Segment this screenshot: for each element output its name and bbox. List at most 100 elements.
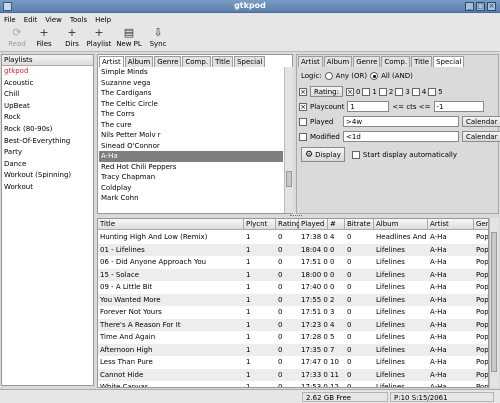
menu-tools[interactable]: Tools [70,16,87,24]
table-row[interactable]: 01 - Lifelines1018:04 0900LifelinesA-HaP… [98,243,488,256]
logic-all-radio[interactable] [370,72,379,80]
table-row[interactable]: Less Than Pure1017:47 09100LifelinesA-Ha… [98,356,488,369]
rating-5-checkbox[interactable] [428,87,437,96]
artist-item[interactable]: Sinead O'Connor [99,141,283,152]
played-calendar-button[interactable]: Calendar [462,116,500,127]
special-tab-genre[interactable]: Genre [353,56,381,67]
artist-tab-special[interactable]: Special [234,56,266,67]
table-row[interactable]: There's A Reason For It 1 0 17:23 094 0 Lifel… [98,318,488,331]
artist-item[interactable]: The Cardigans [99,88,283,99]
special-tab-title[interactable]: Title [411,56,433,67]
toolbar-read-button[interactable]: ⟳ Read [4,27,30,49]
playlist-item[interactable]: gtkpod [2,66,93,78]
played-field[interactable]: >4w [343,116,459,127]
rating-2-checkbox[interactable] [378,87,387,96]
toolbar-new-pl-button[interactable]: ▤ New PL [116,27,142,49]
table-row[interactable]: Time And Again 1 0 17:28 095 0 Lifelines A-Ha P… [98,331,488,344]
rating-enable-checkbox[interactable]: × [299,87,307,96]
toolbar-dirs-button[interactable]: + Dirs [59,27,85,49]
modified-calendar-button[interactable]: Calendar [462,131,500,142]
rating-3-checkbox[interactable] [395,87,404,96]
table-row[interactable]: White Canvas 1 0 17:53 0912 0 Lifelines A-Ha Po… [98,381,488,387]
display-button[interactable]: ⚙ Display [301,147,345,162]
playlist-item[interactable]: Rock [2,112,93,124]
rating-0-checkbox[interactable]: × [345,87,354,96]
played-enable-checkbox[interactable] [299,117,307,126]
column-header-plycnt[interactable]: Plycnt [244,219,276,230]
auto-display-label[interactable]: Start display automatically [363,151,457,159]
column-header-bitrate[interactable]: Bitrate [345,219,374,230]
auto-display-checkbox[interactable] [351,150,360,159]
logic-all-label[interactable]: All (AND) [381,72,413,80]
playcount-to-field[interactable]: -1 [433,101,484,112]
track-scrollbar[interactable] [489,218,499,388]
column-header-[interactable]: # [328,219,345,230]
menu-file[interactable]: File [4,16,16,24]
minimize-icon[interactable]: _ [465,2,474,11]
maximize-icon[interactable]: □ [476,2,485,11]
artist-item[interactable]: A-Ha [99,151,283,162]
table-row[interactable]: You Wanted More 1 0 17:55 092 0 Lifelines A-Ha… [98,293,488,306]
artist-item[interactable]: Mark Cohn [99,193,283,204]
artist-tab-genre[interactable]: Genre [154,56,182,67]
track-scroll-thumb[interactable] [491,232,497,372]
artist-item[interactable]: The Corrs [99,109,283,120]
artist-item[interactable]: Coldplay [99,183,283,194]
artist-item[interactable]: The Celtic Circle [99,99,283,110]
column-header-played[interactable]: Played [299,219,328,230]
playlist-item[interactable]: Best-Of-Everything [2,136,93,148]
playlist-item[interactable]: Dance [2,159,93,171]
playlist-header[interactable]: Playlists [2,55,93,66]
special-tab-comp[interactable]: Comp. [381,56,411,67]
artist-scrollbar[interactable] [284,67,293,213]
artist-tab-title[interactable]: Title [212,56,234,67]
artist-item[interactable]: Suzanne vega [99,78,283,89]
rating-1-checkbox[interactable] [362,87,371,96]
special-tab-artist[interactable]: Artist [298,56,323,67]
close-icon[interactable]: × [487,2,496,11]
table-row[interactable]: 09 - A Little Bit1017:40 0900LifelinesA-… [98,281,488,294]
splitter-grip[interactable] [290,215,302,217]
toolbar-files-button[interactable]: + Files [31,27,57,49]
special-tab-special[interactable]: Special [433,56,465,67]
column-header-rating[interactable]: Rating [276,219,301,230]
playcount-enable-checkbox[interactable]: × [299,102,307,111]
logic-any-radio[interactable] [324,72,333,80]
table-row[interactable]: 06 - Did Anyone Approach You1017:51 0900… [98,256,488,269]
menu-help[interactable]: Help [95,16,111,24]
table-row[interactable]: 15 - Solace1018:00 0900LifelinesA-HaPop [98,268,488,281]
special-tab-album[interactable]: Album [323,56,353,67]
rating-4-checkbox[interactable] [411,87,420,96]
playlist-item[interactable]: Workout (Spinning) [2,170,93,182]
artist-tab-artist[interactable]: Artist [99,56,124,67]
artist-tab-comp[interactable]: Comp. [182,56,212,67]
playlist-item[interactable]: Acoustic [2,78,93,90]
playlist-item[interactable]: Party [2,147,93,159]
artist-item[interactable]: Simple Minds [99,67,283,78]
column-header-album[interactable]: Album [374,219,428,230]
column-header-artist[interactable]: Artist [428,219,474,230]
toolbar-sync-button[interactable]: ⇩ Sync [145,27,171,49]
modified-field[interactable]: <1d [343,131,459,142]
column-header-genre[interactable]: Genre [474,219,488,230]
table-row[interactable]: Hunting High And Low (Remix) 1 0 17:38 064 0… [98,231,488,244]
modified-enable-checkbox[interactable] [299,132,307,141]
playlist-item[interactable]: UpBeat [2,101,93,113]
playlist-item[interactable]: Rock (80-90s) [2,124,93,136]
artist-tab-album[interactable]: Album [124,56,154,67]
rating-button[interactable]: Rating: [310,86,343,97]
artist-item[interactable]: Red Hot Chili Peppers [99,162,283,173]
menu-edit[interactable]: Edit [24,16,38,24]
artist-item[interactable]: Tracy Chapman [99,172,283,183]
menu-view[interactable]: View [45,16,62,24]
playlist-item[interactable]: Workout [2,182,93,194]
artist-scroll-thumb[interactable] [286,171,292,187]
playcount-from-field[interactable]: 1 [347,101,390,112]
playlist-item[interactable]: Chill [2,89,93,101]
toolbar-playlist-button[interactable]: + Playlist [86,27,112,49]
table-row[interactable]: Forever Not Yours 1 0 17:51 093 0 Lifelines A-… [98,306,488,319]
artist-item[interactable]: Nils Petter Molv r [99,130,283,141]
artist-item[interactable]: The cure [99,120,283,131]
table-row[interactable]: Cannot Hide 1 0 17:33 0911 0 Lifelines A-Ha Pop [98,368,488,381]
column-header-title[interactable]: Title [98,219,244,230]
